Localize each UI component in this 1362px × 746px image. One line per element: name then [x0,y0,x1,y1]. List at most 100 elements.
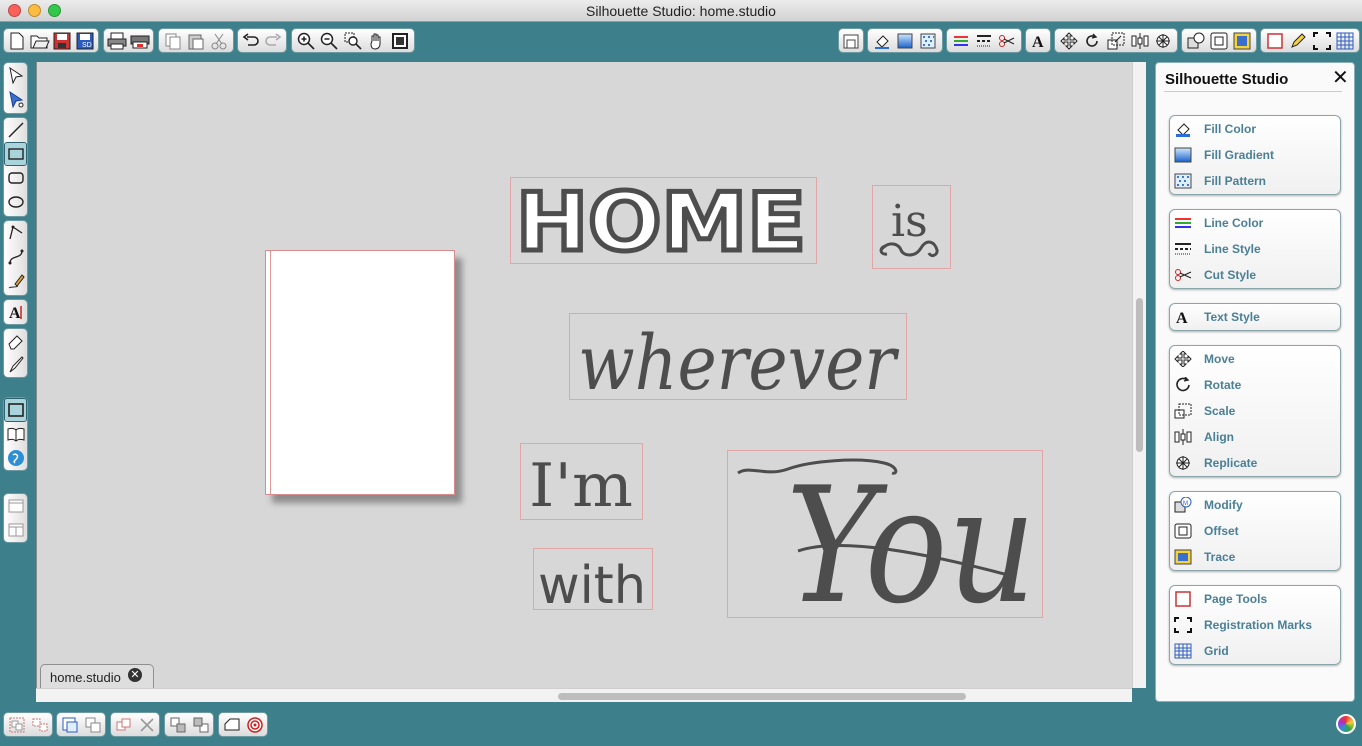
zoom-in-button[interactable] [294,30,318,52]
panel-item-page-tools[interactable]: Page Tools [1170,586,1340,612]
curve-tool[interactable] [4,245,27,269]
ellipse-tool[interactable] [4,190,27,214]
cut-style-toolbar-button[interactable] [996,30,1019,52]
copy-button[interactable] [161,30,184,52]
weld-button[interactable] [220,714,243,736]
design-area-button[interactable] [4,398,27,422]
close-tab-icon[interactable]: ✕ [128,668,142,682]
panel-item-text-style[interactable]: A Text Style [1170,304,1340,330]
single-panel-view-button[interactable] [4,494,27,518]
fit-to-page-button[interactable] [388,30,412,52]
print-button[interactable] [106,30,129,52]
make-compound-path-button[interactable] [58,714,81,736]
grid-toolbar-button[interactable] [1334,30,1358,52]
ungroup-button[interactable] [28,714,51,736]
panel-item-fill-color[interactable]: Fill Color [1170,116,1340,142]
panel-item-cut-style[interactable]: Cut Style [1170,262,1340,288]
send-to-cutter-button[interactable] [129,30,152,52]
panel-item-move[interactable]: Move [1170,346,1340,372]
polygon-tool[interactable] [4,221,27,245]
panel-item-replicate[interactable]: Replicate [1170,450,1340,476]
split-panel-view-button[interactable] [4,518,27,542]
panel-item-trace[interactable]: Trace [1170,544,1340,570]
panel-item-grid[interactable]: Grid [1170,638,1340,664]
redo-button[interactable] [262,30,284,52]
design-canvas[interactable]: HOME is wherever I'm with You [36,62,1132,688]
panel-item-offset[interactable]: Offset [1170,518,1340,544]
text-style-toolbar-button[interactable]: A [1028,30,1048,52]
document-tab[interactable]: home.studio ✕ [40,664,154,688]
library-button[interactable] [4,422,27,446]
open-file-button[interactable] [29,30,52,52]
zoom-out-button[interactable] [318,30,342,52]
rotate-toolbar-button[interactable] [1081,30,1105,52]
panel-item-line-color[interactable]: Line Color [1170,210,1340,236]
fill-gradient-toolbar-button[interactable] [893,30,916,52]
panel-item-rotate[interactable]: Rotate [1170,372,1340,398]
page-tools-icon [1267,32,1283,49]
group-button[interactable] [5,714,28,736]
panel-close-icon[interactable]: ✕ [1332,68,1349,88]
duplicate-button[interactable] [112,714,135,736]
edit-points-tool[interactable] [4,87,27,111]
target-button[interactable] [243,714,266,736]
cut-button[interactable] [208,30,231,52]
line-tool[interactable] [4,118,27,142]
modify-toolbar-button[interactable] [1184,30,1207,52]
horizontal-scroll-thumb[interactable] [558,693,966,700]
move-toolbar-button[interactable] [1057,30,1081,52]
eraser-tool[interactable] [4,329,27,353]
sketch-toolbar-button[interactable] [1287,30,1311,52]
fill-pattern-toolbar-button[interactable] [917,30,940,52]
panel-item-registration-marks[interactable]: Registration Marks [1170,612,1340,638]
save-to-library-button[interactable]: SD [74,30,97,52]
scale-toolbar-button[interactable] [1104,30,1128,52]
freehand-tool[interactable] [4,269,27,293]
pan-button[interactable] [365,30,389,52]
offset-toolbar-button[interactable] [1207,30,1230,52]
save-button[interactable] [51,30,74,52]
replicate-toolbar-button[interactable] [1151,30,1175,52]
registration-marks-toolbar-button[interactable] [1310,30,1334,52]
text-tool[interactable]: A [4,300,27,324]
panel-item-align[interactable]: Align [1170,424,1340,450]
rounded-rectangle-tool[interactable] [4,166,27,190]
word-im[interactable]: I'm [520,443,643,520]
knife-tool[interactable] [4,353,27,377]
fill-color-toolbar-button[interactable] [870,30,893,52]
cutting-mat-page[interactable] [265,250,455,495]
panel-item-fill-gradient[interactable]: Fill Gradient [1170,142,1340,168]
vertical-scroll-thumb[interactable] [1136,298,1143,452]
trace-toolbar-button[interactable] [1231,30,1254,52]
send-to-back-button[interactable] [189,714,212,736]
word-you[interactable]: You [727,450,1043,618]
undo-button[interactable] [240,30,262,52]
panel-item-line-style[interactable]: Line Style [1170,236,1340,262]
select-tool[interactable] [4,63,27,87]
panel-item-modify[interactable]: M Modify [1170,492,1340,518]
word-wherever[interactable]: wherever [569,313,907,400]
color-wheel-icon[interactable] [1336,714,1356,734]
line-color-toolbar-button[interactable] [949,30,972,52]
zoom-selection-button[interactable] [341,30,365,52]
rectangle-tool[interactable] [4,142,27,166]
word-is[interactable]: is [872,185,951,269]
bring-to-front-button[interactable] [166,714,189,736]
page-settings-button[interactable] [841,30,861,52]
word-home[interactable]: HOME [510,177,817,264]
paste-button[interactable] [184,30,207,52]
panel-item-fill-pattern[interactable]: Fill Pattern [1170,168,1340,194]
word-with[interactable]: with [533,548,653,610]
ellipse-icon [7,196,24,208]
page-tools-toolbar-button[interactable] [1263,30,1287,52]
delete-button[interactable] [135,714,158,736]
online-store-button[interactable] [4,446,27,470]
release-compound-path-button[interactable] [81,714,104,736]
horizontal-scrollbar[interactable] [36,688,1132,702]
panel-item-scale[interactable]: Scale [1170,398,1340,424]
knife-icon [9,356,24,373]
new-file-button[interactable] [6,30,29,52]
vertical-scrollbar[interactable] [1132,62,1146,688]
line-style-toolbar-button[interactable] [972,30,995,52]
align-toolbar-button[interactable] [1128,30,1152,52]
